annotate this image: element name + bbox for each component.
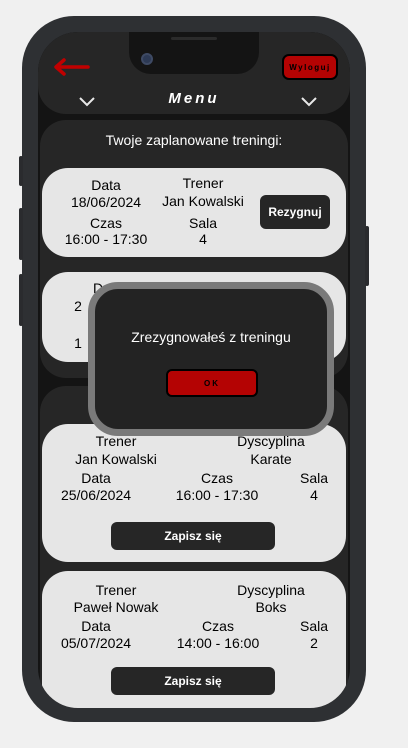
trainer-label: Trener <box>182 175 224 191</box>
volume-button <box>19 208 23 260</box>
power-button <box>365 226 369 286</box>
ok-button[interactable]: OK <box>166 369 258 397</box>
phone-frame: Wyloguj Menu Twoje zaplanowane treningi:… <box>19 16 369 722</box>
phone-notch <box>129 32 259 74</box>
trainer-label: Trener <box>95 582 137 598</box>
resignation-dialog: Zrezygnowałeś z treningu OK <box>88 282 334 436</box>
chevron-down-icon[interactable] <box>78 96 96 108</box>
app-screen: Wyloguj Menu Twoje zaplanowane treningi:… <box>38 32 350 708</box>
arrow-left-icon[interactable] <box>50 56 92 78</box>
volume-button <box>19 274 23 326</box>
app-header: Wyloguj Menu <box>38 32 350 114</box>
chevron-down-icon[interactable] <box>300 96 318 108</box>
date-value: 2 <box>74 298 82 314</box>
volume-button <box>19 156 23 186</box>
room-label: Sala <box>299 470 329 486</box>
room-label: Sala <box>188 215 218 231</box>
time-value: 14:00 - 16:00 <box>176 635 260 651</box>
planned-training-card: Data 18/06/2024 Czas 16:00 - 17:30 Trene… <box>42 168 346 257</box>
date-value: 05/07/2024 <box>60 635 132 651</box>
time-value: 16:00 - 17:30 <box>64 231 148 247</box>
trainer-value: Paweł Nowak <box>73 599 159 615</box>
sign-up-button[interactable]: Zapisz się <box>111 522 275 550</box>
date-label: Data <box>81 618 111 634</box>
discipline-label: Dyscyplina <box>237 582 305 598</box>
date-label: Data <box>81 470 111 486</box>
time-value: 16:00 - 17:30 <box>175 487 259 503</box>
discipline-value: Boks <box>255 599 287 615</box>
resign-button[interactable]: Rezygnuj <box>260 195 330 229</box>
training-card: Trener Paweł Nowak Dyscyplina Boks Data … <box>42 571 346 708</box>
camera-icon <box>141 53 153 65</box>
room-value: 2 <box>310 635 318 651</box>
menu-title[interactable]: Menu <box>144 90 244 107</box>
time-value: 1 <box>74 335 82 351</box>
room-value: 4 <box>310 487 318 503</box>
discipline-value: Karate <box>250 451 292 467</box>
training-card: Trener Jan Kowalski Dyscyplina Karate Da… <box>42 424 346 562</box>
trainer-value: Jan Kowalski <box>162 193 244 209</box>
dialog-message: Zrezygnowałeś z treningu <box>131 329 291 345</box>
logout-button[interactable]: Wyloguj <box>282 54 338 80</box>
date-label: Data <box>91 177 121 193</box>
room-value: 4 <box>199 231 207 247</box>
date-value: 18/06/2024 <box>70 194 142 210</box>
time-label: Czas <box>202 618 234 634</box>
trainer-value: Jan Kowalski <box>75 451 157 467</box>
date-value: 25/06/2024 <box>60 487 132 503</box>
time-label: Czas <box>201 470 233 486</box>
sign-up-button[interactable]: Zapisz się <box>111 667 275 695</box>
room-label: Sala <box>299 618 329 634</box>
time-label: Czas <box>90 215 122 231</box>
planned-trainings-title: Twoje zaplanowane treningi: <box>105 132 283 148</box>
speaker-grille <box>171 37 217 40</box>
